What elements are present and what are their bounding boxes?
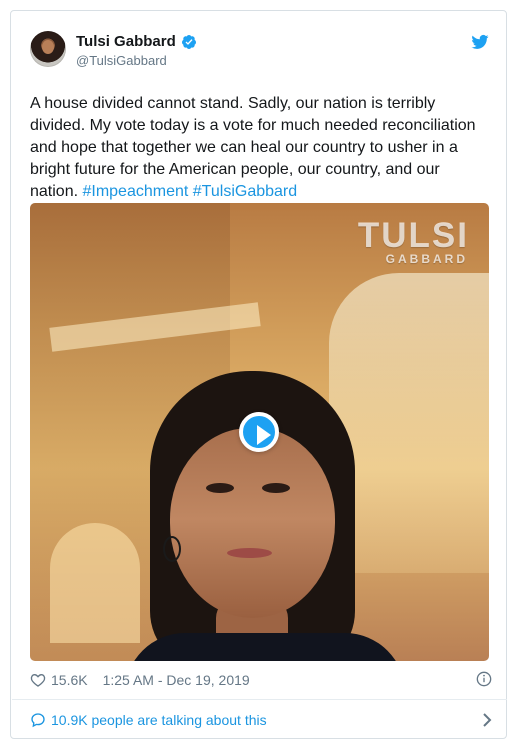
play-icon bbox=[257, 425, 271, 445]
conversation-label[interactable]: 10.9K people are talking about this bbox=[51, 712, 267, 728]
tweet-timestamp[interactable]: 1:25 AM - Dec 19, 2019 bbox=[103, 672, 250, 688]
video-subject-face bbox=[170, 428, 335, 618]
author-display-name[interactable]: Tulsi Gabbard bbox=[76, 33, 176, 51]
video-subject-shoulders bbox=[125, 633, 405, 661]
play-button[interactable] bbox=[239, 412, 279, 452]
hashtag-impeachment[interactable]: #Impeachment bbox=[82, 183, 188, 200]
video-arch bbox=[50, 523, 140, 643]
video-subject-left-eye bbox=[206, 483, 234, 493]
info-icon[interactable] bbox=[476, 671, 492, 687]
conversation-icon bbox=[30, 712, 46, 728]
like-count[interactable]: 15.6K bbox=[51, 672, 88, 688]
brand-title: TULSI bbox=[357, 216, 469, 255]
video-media[interactable]: TULSI GABBARD bbox=[30, 203, 489, 661]
twitter-bird-icon[interactable] bbox=[470, 33, 490, 51]
tweet-text: A house divided cannot stand. Sadly, our… bbox=[30, 93, 492, 203]
author-avatar[interactable] bbox=[30, 31, 66, 67]
author-info: Tulsi Gabbard @TulsiGabbard bbox=[76, 32, 376, 69]
chevron-right-icon[interactable] bbox=[482, 712, 492, 728]
heart-icon[interactable] bbox=[30, 673, 46, 687]
tweet-card[interactable]: Tulsi Gabbard @TulsiGabbard A house divi… bbox=[10, 10, 507, 739]
video-subject-right-eye bbox=[262, 483, 290, 493]
tweet-divider bbox=[12, 699, 507, 700]
tweet-stats-row: 15.6K 1:25 AM - Dec 19, 2019 bbox=[30, 670, 492, 690]
verified-badge-icon bbox=[181, 34, 197, 50]
avatar-face bbox=[42, 40, 54, 54]
author-handle[interactable]: @TulsiGabbard bbox=[76, 52, 376, 69]
video-brand-overlay: TULSI GABBARD bbox=[357, 216, 469, 266]
video-subject-earring bbox=[163, 536, 181, 562]
video-subject-lips bbox=[227, 548, 272, 558]
author-name-row: Tulsi Gabbard bbox=[76, 32, 376, 51]
tweet-header: Tulsi Gabbard @TulsiGabbard bbox=[30, 31, 490, 73]
conversation-link[interactable]: 10.9K people are talking about this bbox=[30, 710, 492, 730]
hashtag-tulsigabbard[interactable]: #TulsiGabbard bbox=[193, 183, 297, 200]
